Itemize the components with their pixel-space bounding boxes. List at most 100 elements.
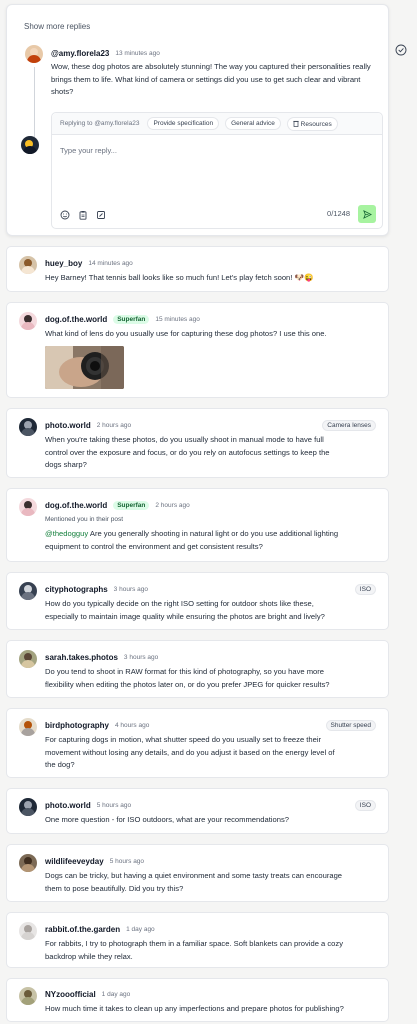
comment-header: dog.of.the.world Superfan 15 minutes ago: [45, 315, 200, 324]
comment-time: 13 minutes ago: [115, 50, 160, 57]
text-line: Do you tend to shoot in RAW format for t…: [45, 667, 325, 676]
text-line: One more question - for ISO outdoors, wh…: [45, 815, 289, 824]
comment-time: 3 hours ago: [113, 586, 149, 593]
text-line: movement without losing any details, and…: [45, 747, 335, 757]
mention-link[interactable]: @thedogguy: [45, 529, 88, 538]
comment-text: For rabbits, I try to photograph them in…: [45, 938, 385, 963]
avatar[interactable]: [19, 718, 37, 736]
chip-provide-specification[interactable]: Provide specification: [147, 117, 220, 130]
comment-text: What kind of lens do you usually use for…: [45, 328, 385, 341]
edit-icon[interactable]: [96, 210, 106, 220]
avatar[interactable]: [19, 498, 37, 516]
avatar[interactable]: [19, 582, 37, 600]
text-line: flexibility when editing the photos late…: [45, 679, 330, 689]
comment-time: 5 hours ago: [109, 858, 145, 865]
comment-time: 14 minutes ago: [88, 260, 133, 267]
comment-header: photo.world 5 hours ago: [45, 801, 131, 810]
text-line: Hey Barney! That tennis ball looks like …: [45, 273, 314, 282]
comment-username[interactable]: NYzooofficial: [45, 990, 96, 999]
comment-text: @thedogguy Are you generally shooting in…: [45, 528, 385, 553]
text-line: especially to maintain image quality whi…: [45, 611, 325, 621]
comment-header: huey_boy 14 minutes ago: [45, 259, 133, 268]
comment-username[interactable]: photo.world: [45, 421, 91, 430]
show-more-replies-link[interactable]: Show more replies: [24, 22, 90, 31]
comment-card: wildlifeeveyday 5 hours ago Dogs can be …: [6, 844, 389, 902]
check-circle-icon[interactable]: [395, 44, 407, 56]
avatar[interactable]: [25, 45, 43, 63]
comment-header: birdphotography 4 hours ago: [45, 721, 149, 730]
thread-connector: [34, 67, 35, 137]
comment-username[interactable]: cityphotographs: [45, 585, 108, 594]
trash-icon: [293, 120, 299, 127]
clipboard-icon[interactable]: [78, 210, 88, 220]
comment-card: cityphotographs 3 hours ago ISO How do y…: [6, 572, 389, 630]
topic-tag[interactable]: Shutter speed: [325, 720, 376, 731]
text-line: the dog?: [45, 760, 75, 769]
avatar[interactable]: [19, 798, 37, 816]
reply-thread-card: Show more replies @amy.florela23 13 minu…: [6, 4, 389, 236]
comment-time: 2 hours ago: [155, 502, 190, 509]
comment-username[interactable]: birdphotography: [45, 721, 109, 730]
comment-username[interactable]: rabbit.of.the.garden: [45, 925, 120, 934]
comment-username[interactable]: dog.of.the.world: [45, 315, 107, 324]
text-line: @thedogguy Are you generally shooting in…: [45, 528, 385, 541]
comment-card: photo.world 5 hours ago ISO One more que…: [6, 788, 389, 834]
comment-username[interactable]: wildlifeeveyday: [45, 857, 104, 866]
comment-time: 2 hours ago: [96, 422, 132, 429]
topic-tag[interactable]: ISO: [354, 800, 376, 811]
comment-text: How much time it takes to clean up any i…: [45, 1003, 385, 1016]
comment-card: dog.of.the.world Superfan 2 hours ago Me…: [6, 488, 389, 562]
text-line: For rabbits, I try to photograph them in…: [45, 939, 343, 948]
comment-header: wildlifeeveyday 5 hours ago: [45, 857, 144, 866]
reply-toolbar: [60, 210, 106, 220]
text-line: them to pose beautifully. Did you try th…: [45, 883, 184, 893]
comment-card: huey_boy 14 minutes ago Hey Barney! That…: [6, 246, 389, 292]
comment-header: @amy.florela23 13 minutes ago: [51, 49, 160, 58]
text-line: How much time it takes to clean up any i…: [45, 1004, 344, 1013]
avatar[interactable]: [19, 854, 37, 872]
text-line: brings them to life. What kind of camera…: [51, 74, 361, 84]
avatar[interactable]: [19, 256, 37, 274]
character-counter: 0/1248: [327, 209, 350, 218]
avatar[interactable]: [19, 922, 37, 940]
avatar[interactable]: [19, 650, 37, 668]
topic-tag[interactable]: ISO: [354, 584, 376, 595]
text-line: What kind of lens do you usually use for…: [45, 329, 327, 338]
text-line: control over the exposure and focus, or …: [45, 447, 330, 457]
comment-card: photo.world 2 hours ago Camera lenses Wh…: [6, 408, 389, 478]
text-line: How do you typically decide on the right…: [45, 599, 314, 608]
comment-username[interactable]: sarah.takes.photos: [45, 653, 118, 662]
reply-input[interactable]: Type your reply...: [60, 146, 117, 155]
lens-image: [45, 346, 124, 389]
text-line: dogs sharp?: [45, 460, 87, 469]
send-button[interactable]: [358, 205, 376, 223]
comment-username[interactable]: dog.of.the.world: [45, 501, 107, 510]
reply-box: Replying to @amy.florela23 Provide speci…: [51, 112, 383, 229]
superfan-badge: Superfan: [113, 501, 150, 510]
comment-username[interactable]: photo.world: [45, 801, 91, 810]
avatar[interactable]: [19, 418, 37, 436]
comment-text: Do you tend to shoot in RAW format for t…: [45, 666, 385, 691]
comment-text: Hey Barney! That tennis ball looks like …: [45, 272, 385, 285]
comment-header: rabbit.of.the.garden 1 day ago: [45, 925, 155, 934]
send-icon: [362, 209, 372, 219]
comment-header: dog.of.the.world Superfan 2 hours ago: [45, 501, 190, 510]
comment-time: 5 hours ago: [96, 802, 132, 809]
chip-general-advice[interactable]: General advice: [225, 117, 281, 130]
superfan-badge: Superfan: [113, 315, 150, 324]
comment-time: 1 day ago: [101, 991, 131, 998]
comment-username[interactable]: huey_boy: [45, 259, 82, 268]
comment-text: When you're taking these photos, do you …: [45, 434, 385, 472]
topic-tag[interactable]: Camera lenses: [322, 420, 376, 431]
comment-card: dog.of.the.world Superfan 15 minutes ago…: [6, 302, 389, 398]
avatar[interactable]: [19, 987, 37, 1005]
comment-time: 3 hours ago: [123, 654, 159, 661]
comment-username[interactable]: @amy.florela23: [51, 49, 109, 58]
avatar[interactable]: [19, 312, 37, 330]
text-line: backdrop while they relax.: [45, 951, 133, 961]
comment-time: 4 hours ago: [115, 722, 150, 729]
chip-resources[interactable]: Resources: [286, 116, 338, 131]
attached-lens-photo[interactable]: [45, 346, 124, 389]
comment-text: Dogs can be tricky, but having a quiet e…: [45, 870, 385, 895]
emoji-icon[interactable]: [60, 210, 70, 220]
